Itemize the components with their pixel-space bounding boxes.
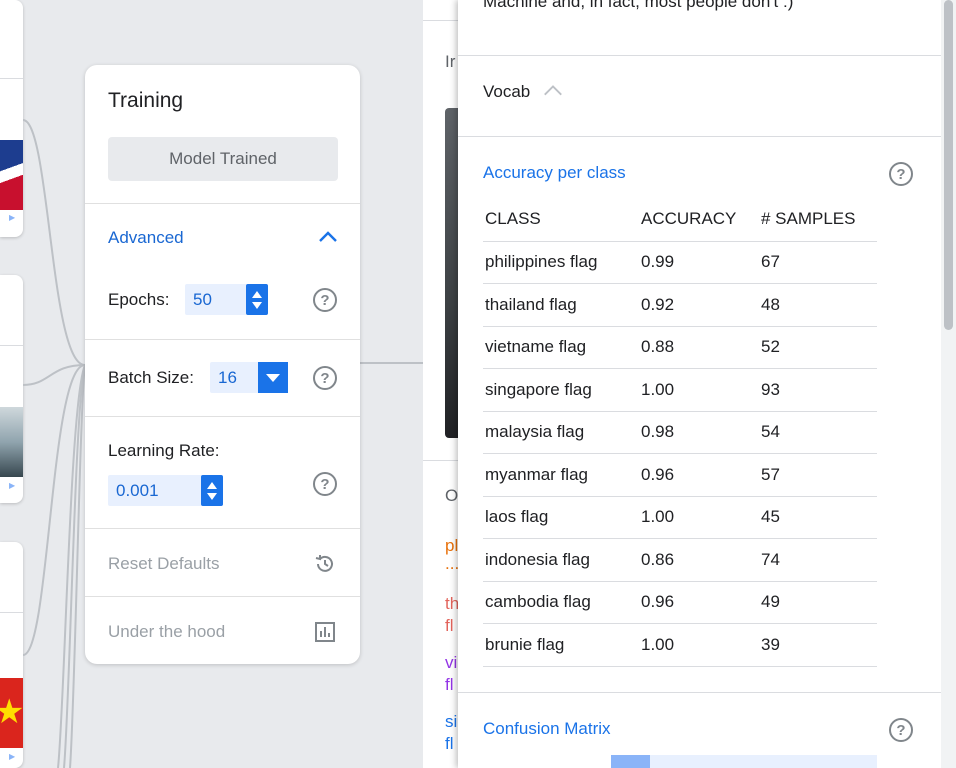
accuracy-cell: 1.00 xyxy=(639,368,759,412)
confusion-matrix-cell xyxy=(611,755,650,768)
samples-cell: 48 xyxy=(759,283,877,327)
batch-size-value: 16 xyxy=(218,367,237,387)
help-icon[interactable]: ? xyxy=(313,366,337,390)
output-label-fragment: vi xyxy=(445,653,458,672)
accuracy-cell: 0.92 xyxy=(639,283,759,327)
training-card: Training Model Trained Advanced Epochs: … xyxy=(85,65,360,664)
learning-rate-input[interactable]: 0.001 xyxy=(108,475,223,506)
class-cell: vietname flag xyxy=(483,326,639,369)
output-label-fragment: pl xyxy=(445,536,459,555)
table-row: malaysia flag 0.98 54 xyxy=(483,411,877,454)
under-the-hood-panel: Machine and, in fact, most people don't … xyxy=(458,0,941,768)
samples-cell: 93 xyxy=(759,368,877,412)
table-row: thailand flag 0.92 48 xyxy=(483,283,877,327)
under-the-hood-button[interactable]: Under the hood xyxy=(108,622,225,642)
scrollbar-thumb[interactable] xyxy=(944,0,953,330)
class-cell: indonesia flag xyxy=(483,538,639,582)
accuracy-cell: 1.00 xyxy=(639,496,759,539)
learning-rate-stepper[interactable] xyxy=(201,475,223,506)
table-row: philippines flag 0.99 67 xyxy=(483,241,877,284)
table-row: brunie flag 1.00 39 xyxy=(483,623,877,667)
accuracy-cell: 0.99 xyxy=(639,241,759,284)
table-row: vietname flag 0.88 52 xyxy=(483,326,877,369)
chevron-down-icon[interactable] xyxy=(258,362,288,393)
epochs-stepper[interactable] xyxy=(246,284,268,315)
column-header-class: CLASS xyxy=(483,198,639,242)
samples-cell: 74 xyxy=(759,538,877,582)
panel-description: Machine and, in fact, most people don't … xyxy=(483,0,794,11)
chevron-up-icon[interactable] xyxy=(542,80,564,102)
samples-cell: 52 xyxy=(759,326,877,369)
accuracy-table: CLASS ACCURACY # SAMPLES philippines fla… xyxy=(483,198,877,667)
help-icon[interactable]: ? xyxy=(889,718,913,742)
accuracy-cell: 0.96 xyxy=(639,453,759,497)
output-label-fragment: fl xyxy=(445,734,454,753)
model-trained-button[interactable]: Model Trained xyxy=(108,137,338,181)
samples-cell: 54 xyxy=(759,411,877,454)
column-header-samples: # SAMPLES xyxy=(759,198,877,242)
table-row: myanmar flag 0.96 57 xyxy=(483,453,877,497)
reset-defaults-button[interactable]: Reset Defaults xyxy=(108,554,220,574)
batch-size-label: Batch Size: xyxy=(108,368,194,387)
learning-rate-label: Learning Rate: xyxy=(108,441,220,460)
class-cell: laos flag xyxy=(483,496,639,539)
table-header-row: CLASS ACCURACY # SAMPLES xyxy=(483,198,877,242)
accuracy-cell: 1.00 xyxy=(639,623,759,667)
bar-chart-icon[interactable] xyxy=(313,620,337,644)
confusion-matrix-title: Confusion Matrix xyxy=(483,719,611,738)
confusion-matrix xyxy=(611,755,877,768)
output-label-fragment: fl xyxy=(445,675,454,694)
samples-cell: 45 xyxy=(759,496,877,539)
help-icon[interactable]: ? xyxy=(889,162,913,186)
output-label-fragment: fl xyxy=(445,616,454,635)
class-cell: singapore flag xyxy=(483,368,639,412)
samples-cell: 39 xyxy=(759,623,877,667)
accuracy-cell: 0.98 xyxy=(639,411,759,454)
help-icon[interactable]: ? xyxy=(313,472,337,496)
learning-rate-value: 0.001 xyxy=(116,480,159,500)
chevron-up-icon[interactable] xyxy=(316,225,340,249)
output-label-fragment: si xyxy=(445,712,458,731)
help-icon[interactable]: ? xyxy=(313,288,337,312)
accuracy-cell: 0.86 xyxy=(639,538,759,582)
accuracy-cell: 0.88 xyxy=(639,326,759,369)
table-row: cambodia flag 0.96 49 xyxy=(483,581,877,624)
class-cell: myanmar flag xyxy=(483,453,639,497)
preview-title-fragment: Ir xyxy=(445,52,456,71)
class-cell: thailand flag xyxy=(483,283,639,327)
batch-size-select[interactable]: 16 xyxy=(210,362,288,393)
samples-cell: 57 xyxy=(759,453,877,497)
vocab-toggle[interactable]: Vocab xyxy=(483,82,530,102)
accuracy-cell: 0.96 xyxy=(639,581,759,624)
samples-cell: 67 xyxy=(759,241,877,284)
training-title: Training xyxy=(108,89,184,112)
table-row: indonesia flag 0.86 74 xyxy=(483,538,877,582)
class-cell: brunie flag xyxy=(483,623,639,667)
output-title-fragment: O xyxy=(445,486,459,505)
samples-cell: 49 xyxy=(759,581,877,624)
accuracy-per-class-title: Accuracy per class xyxy=(483,163,626,182)
table-row: singapore flag 1.00 93 xyxy=(483,368,877,412)
column-header-accuracy: ACCURACY xyxy=(639,198,759,242)
history-icon[interactable] xyxy=(313,552,337,576)
epochs-value: 50 xyxy=(193,289,212,309)
class-cell: cambodia flag xyxy=(483,581,639,624)
class-cell: philippines flag xyxy=(483,241,639,284)
table-row: laos flag 1.00 45 xyxy=(483,496,877,539)
epochs-label: Epochs: xyxy=(108,290,170,309)
class-cell: malaysia flag xyxy=(483,411,639,454)
advanced-toggle[interactable]: Advanced xyxy=(108,228,184,248)
epochs-input[interactable]: 50 xyxy=(185,284,268,315)
